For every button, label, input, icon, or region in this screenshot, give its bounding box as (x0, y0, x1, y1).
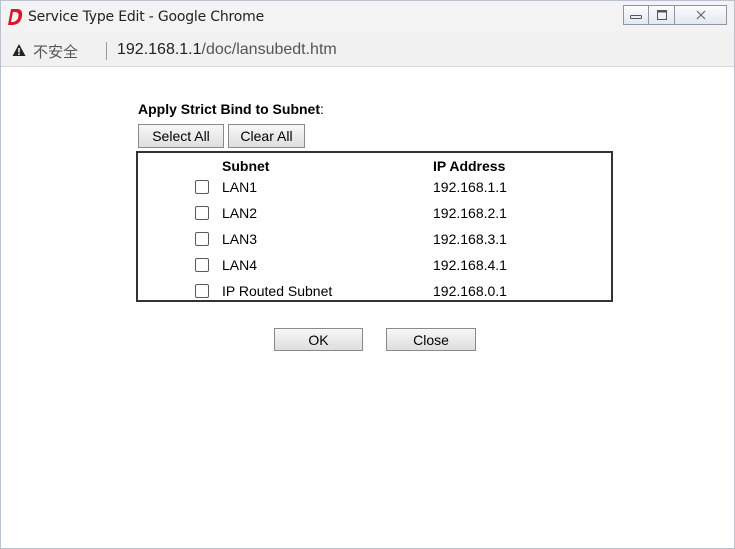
close-icon (696, 10, 705, 20)
url-host: 192.168.1.1 (117, 41, 202, 58)
table-row: LAN3 192.168.3.1 (138, 228, 611, 252)
window-title: Service Type Edit - Google Chrome (28, 9, 264, 25)
ip-routed-subnet-checkbox[interactable] (195, 284, 209, 298)
lan2-checkbox[interactable] (195, 206, 209, 220)
heading-text: Apply Strict Bind to Subnet (138, 101, 320, 117)
subnet-column-header: Subnet (222, 158, 270, 174)
lan4-checkbox[interactable] (195, 258, 209, 272)
subnet-label: LAN2 (222, 205, 258, 221)
ip-address: 192.168.0.1 (433, 283, 507, 299)
table-row: LAN4 192.168.4.1 (138, 254, 611, 278)
table-row: LAN1 192.168.1.1 (138, 176, 611, 200)
browser-window: Service Type Edit - Google Chrome 不安全 19… (0, 0, 735, 549)
table-row: LAN2 192.168.2.1 (138, 202, 611, 226)
select-all-button[interactable]: Select All (138, 124, 224, 148)
subnet-label: LAN4 (222, 257, 258, 273)
subnet-label: LAN1 (222, 179, 258, 195)
heading-colon: : (320, 101, 324, 117)
url-path: /doc/lansubedt.htm (201, 41, 337, 58)
subnet-label: IP Routed Subnet (222, 283, 333, 299)
table-row: IP Routed Subnet 192.168.0.1 (138, 280, 611, 304)
close-window-button[interactable] (675, 5, 727, 25)
window-controls (623, 5, 727, 25)
lan3-checkbox[interactable] (195, 232, 209, 246)
address-bar[interactable]: 不安全 192.168.1.1/doc/lansubedt.htm (1, 33, 734, 67)
maximize-icon (656, 10, 667, 20)
address-separator (106, 42, 107, 60)
form-heading: Apply Strict Bind to Subnet: (138, 101, 324, 117)
lan1-checkbox[interactable] (195, 180, 209, 194)
maximize-button[interactable] (649, 5, 675, 25)
clear-all-button[interactable]: Clear All (228, 124, 305, 148)
ok-button[interactable]: OK (274, 328, 363, 351)
minimize-icon (630, 15, 642, 19)
subnet-table: Subnet IP Address LAN1 192.168.1.1 LAN2 … (136, 151, 613, 302)
ip-address: 192.168.3.1 (433, 231, 507, 247)
ip-address: 192.168.1.1 (433, 179, 507, 195)
minimize-button[interactable] (623, 5, 649, 25)
ip-address: 192.168.2.1 (433, 205, 507, 221)
ip-column-header: IP Address (433, 158, 506, 174)
warning-icon[interactable] (12, 43, 26, 57)
page-content: Apply Strict Bind to Subnet: Select All … (1, 67, 734, 548)
url-text[interactable]: 192.168.1.1/doc/lansubedt.htm (117, 41, 337, 59)
ip-address: 192.168.4.1 (433, 257, 507, 273)
close-button[interactable]: Close (386, 328, 476, 351)
subnet-label: LAN3 (222, 231, 258, 247)
security-label[interactable]: 不安全 (33, 41, 78, 62)
title-bar[interactable]: Service Type Edit - Google Chrome (1, 1, 734, 33)
draytek-d-logo-icon (8, 9, 23, 25)
